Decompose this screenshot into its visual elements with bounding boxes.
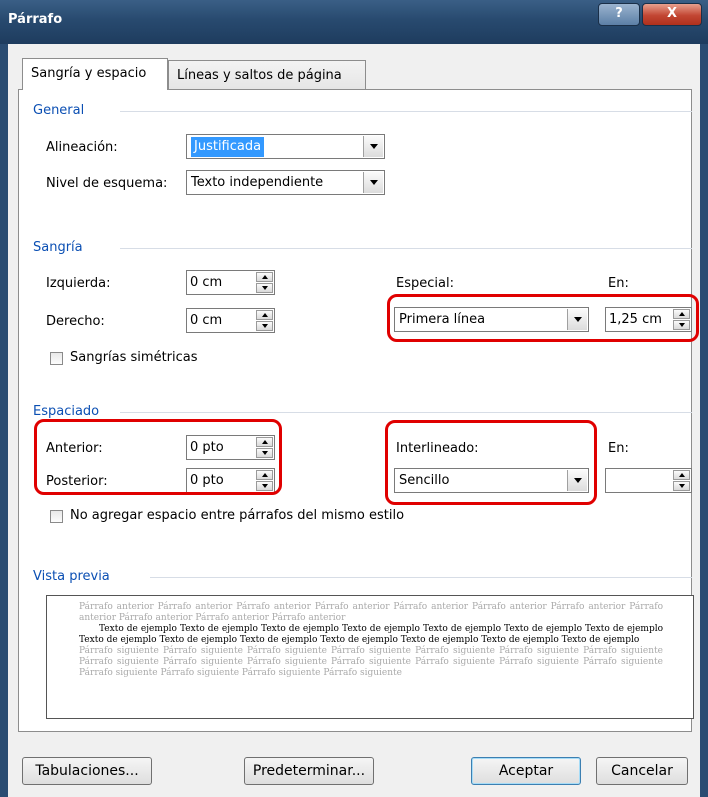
alignment-value: Justificada (191, 137, 265, 157)
spinner-buttons[interactable] (256, 310, 273, 331)
indent-left-spinner[interactable]: 0 cm (186, 270, 275, 295)
highlight-annotation-spacing (34, 419, 282, 495)
mirror-indents-checkbox[interactable] (50, 352, 63, 365)
tab-label: Líneas y saltos de página (177, 68, 342, 83)
help-button[interactable]: ? (598, 3, 640, 26)
outline-level-select[interactable]: Texto independiente (186, 170, 385, 195)
group-divider (120, 248, 692, 249)
chevron-down-icon[interactable] (363, 172, 383, 193)
set-default-button[interactable]: Predeterminar... (244, 757, 374, 785)
spin-up-icon[interactable] (673, 470, 690, 480)
indent-right-spinner[interactable]: 0 cm (186, 308, 275, 333)
no-space-same-style-label: No agregar espacio entre párrafos del mi… (70, 508, 405, 523)
mirror-indents-label: Sangrías simétricas (70, 350, 198, 365)
window-frame-right (700, 44, 708, 797)
indent-left-label: Izquierda: (46, 276, 111, 291)
spin-down-icon[interactable] (256, 283, 273, 293)
no-space-same-style-checkbox[interactable] (50, 510, 63, 523)
indent-right-value: 0 cm (190, 313, 223, 328)
highlight-annotation-special (387, 294, 699, 342)
indent-right-label: Derecho: (46, 314, 105, 329)
close-button[interactable]: X (642, 3, 702, 26)
spin-down-icon[interactable] (256, 321, 273, 331)
group-heading-vista-previa: Vista previa (33, 569, 114, 584)
ok-button[interactable]: Aceptar (471, 757, 581, 785)
tabs-button[interactable]: Tabulaciones... (22, 757, 152, 785)
line-spacing-at-spinner[interactable] (605, 468, 692, 493)
tab-label: Sangría y espacio (31, 66, 147, 81)
spin-up-icon[interactable] (256, 310, 273, 320)
tab-sangria-y-espacio[interactable]: Sangría y espacio (22, 58, 168, 90)
group-heading-sangria: Sangría (33, 240, 87, 255)
group-divider (120, 412, 692, 413)
cancel-button[interactable]: Cancelar (596, 757, 688, 785)
spinner-buttons[interactable] (673, 470, 690, 491)
indent-left-value: 0 cm (190, 275, 223, 290)
group-divider (150, 577, 692, 578)
chevron-down-icon[interactable] (363, 136, 383, 157)
preview-previous-paragraph: Párrafo anterior Párrafo anterior Párraf… (79, 602, 663, 623)
outline-level-value: Texto independiente (191, 175, 324, 190)
spinner-buttons[interactable] (256, 272, 273, 293)
outline-level-label: Nivel de esquema: (46, 176, 168, 191)
alignment-label: Alineación: (46, 140, 118, 155)
special-indent-label: Especial: (396, 276, 454, 291)
spin-up-icon[interactable] (256, 272, 273, 282)
tab-lineas-y-saltos[interactable]: Líneas y saltos de página (168, 60, 366, 89)
window-frame-left (0, 44, 8, 797)
spin-down-icon[interactable] (673, 481, 690, 491)
highlight-annotation-line-spacing (385, 420, 597, 505)
group-divider (120, 111, 692, 112)
indent-by-label: En: (608, 276, 629, 291)
line-spacing-at-label: En: (608, 441, 629, 456)
alignment-select[interactable]: Justificada (186, 134, 385, 159)
paragraph-preview: Párrafo anterior Párrafo anterior Párraf… (46, 595, 694, 719)
group-heading-general: General (33, 103, 89, 118)
dialog-title: Párrafo (8, 12, 63, 27)
group-heading-espaciado: Espaciado (33, 404, 104, 419)
preview-sample-paragraph: Texto de ejemplo Texto de ejemplo Texto … (79, 624, 663, 645)
preview-next-paragraph: Párrafo siguiente Párrafo siguiente Párr… (79, 646, 663, 678)
